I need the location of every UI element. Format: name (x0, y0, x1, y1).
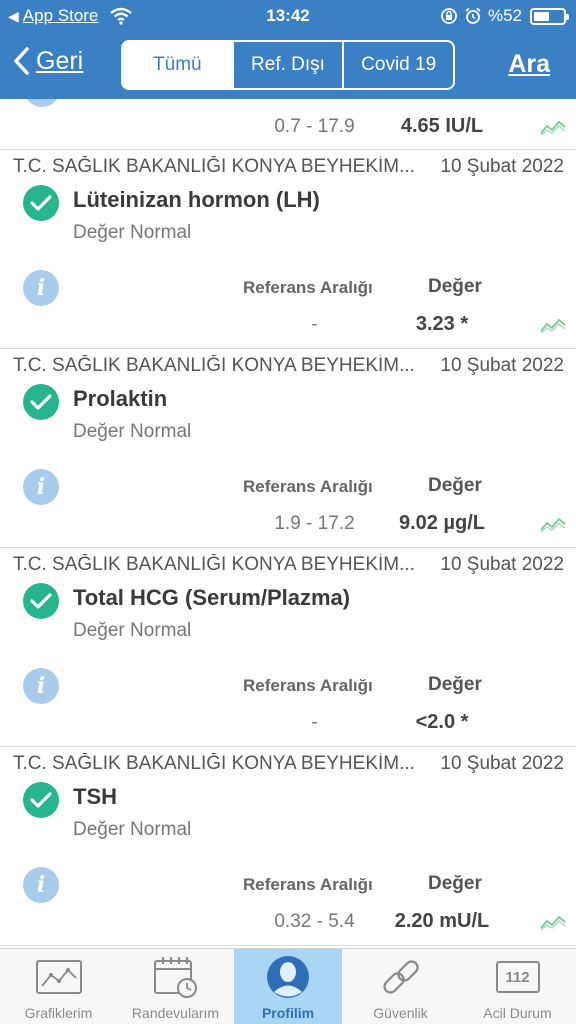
value-header: Değer (428, 674, 482, 695)
result-date: 10 Şubat 2022 (440, 753, 564, 774)
test-name: Prolaktin (73, 386, 168, 411)
tab-security[interactable]: Güvenlik (342, 949, 459, 1024)
list-item[interactable]: 0.7 - 17.9 4.65 IU/L (0, 99, 576, 150)
info-icon[interactable]: i (23, 867, 59, 903)
tab-emergency[interactable]: 112 Acil Durum (459, 949, 576, 1024)
value-header: Değer (428, 475, 482, 496)
trend-chart-icon[interactable] (540, 515, 566, 533)
result-value: 4.65 IU/L (400, 115, 484, 137)
tab-charts[interactable]: Grafiklerim (0, 949, 117, 1024)
info-icon[interactable] (24, 99, 60, 107)
profile-icon (264, 955, 312, 999)
results-list[interactable]: 0.7 - 17.9 4.65 IU/L T.C. SAĞLIK BAKANLI… (0, 99, 576, 948)
status-right: %52 (440, 6, 569, 26)
institution-name: T.C. SAĞLIK BAKANLIĞI KONYA BEYHEKİM... (13, 156, 415, 177)
battery-fill (534, 11, 549, 21)
check-icon (23, 583, 59, 619)
filter-segmented-control: Tümü Ref. Dışı Covid 19 (121, 40, 455, 90)
test-name: TSH (73, 784, 117, 809)
check-icon (23, 185, 59, 221)
tab-bar: Grafiklerim Randevularım Profilim Güvenl… (0, 948, 576, 1024)
check-icon (23, 384, 59, 420)
chart-icon (35, 955, 83, 999)
reference-value: - (311, 314, 318, 335)
app-header: ◀ App Store 13:42 %52 Geri Tümü Ref. Dış… (0, 0, 576, 99)
reference-header: Referans Aralığı (243, 875, 373, 894)
search-button[interactable]: Ara (508, 50, 550, 79)
result-status: Değer Normal (73, 222, 192, 243)
link-icon (377, 955, 425, 999)
value-header: Değer (428, 873, 482, 894)
calendar-icon (152, 955, 200, 999)
tab-label: Grafiklerim (24, 1005, 93, 1021)
reference-value: - (311, 712, 318, 733)
info-icon[interactable]: i (23, 469, 59, 505)
reference-header: Referans Aralığı (243, 676, 373, 695)
reference-header: Referans Aralığı (243, 278, 373, 297)
result-value: <2.0 * (415, 711, 469, 733)
list-item[interactable]: T.C. SAĞLIK BAKANLIĞI KONYA BEYHEKİM... … (0, 349, 576, 548)
battery-percent: %52 (487, 6, 522, 25)
tab-label: Acil Durum (483, 1005, 552, 1021)
alarm-icon (465, 7, 481, 24)
list-item[interactable]: T.C. SAĞLIK BAKANLIĞI KONYA BEYHEKİM... … (0, 150, 576, 349)
reference-value: 0.7 - 17.9 (274, 116, 355, 137)
result-value: 3.23 * (415, 313, 469, 335)
result-status: Değer Normal (73, 819, 192, 840)
value-header: Değer (428, 276, 482, 297)
result-date: 10 Şubat 2022 (440, 156, 564, 177)
tab-label: Randevularım (131, 1005, 220, 1021)
tab-label: Güvenlik (373, 1005, 428, 1021)
test-name: Lüteinizan hormon (LH) (73, 187, 320, 212)
result-value: 2.20 mU/L (394, 910, 490, 932)
tab-profile[interactable]: Profilim (234, 949, 342, 1024)
reference-value: 0.32 - 5.4 (274, 911, 355, 932)
battery-icon (530, 7, 569, 25)
institution-name: T.C. SAĞLIK BAKANLIĞI KONYA BEYHEKİM... (13, 753, 415, 774)
rotation-lock-icon (441, 8, 457, 24)
trend-chart-icon[interactable] (540, 316, 566, 334)
emergency-number: 112 (495, 961, 540, 993)
trend-chart-icon[interactable] (540, 118, 566, 136)
result-status: Değer Normal (73, 421, 192, 442)
trend-chart-icon[interactable] (540, 913, 566, 931)
tab-label: Profilim (261, 1005, 315, 1021)
check-icon (23, 782, 59, 818)
test-name: Total HCG (Serum/Plazma) (73, 585, 351, 610)
status-bar: ◀ App Store 13:42 %52 (0, 0, 576, 32)
back-button[interactable]: Geri (12, 46, 83, 76)
segment-out-of-range[interactable]: Ref. Dışı (231, 42, 343, 88)
institution-name: T.C. SAĞLIK BAKANLIĞI KONYA BEYHEKİM... (13, 554, 415, 575)
result-status: Değer Normal (73, 620, 192, 641)
segment-all[interactable]: Tümü (123, 42, 232, 88)
result-value: 9.02 µg/L (399, 512, 485, 534)
tab-appointments[interactable]: Randevularım (117, 949, 234, 1024)
reference-header: Referans Aralığı (243, 477, 373, 496)
segment-covid19[interactable]: Covid 19 (342, 42, 453, 88)
info-icon[interactable]: i (23, 668, 59, 704)
back-label: Geri (36, 46, 84, 75)
institution-name: T.C. SAĞLIK BAKANLIĞI KONYA BEYHEKİM... (13, 355, 415, 376)
list-item[interactable]: T.C. SAĞLIK BAKANLIĞI KONYA BEYHEKİM... … (0, 548, 576, 747)
result-date: 10 Şubat 2022 (440, 554, 564, 575)
result-date: 10 Şubat 2022 (440, 355, 564, 376)
list-item[interactable]: T.C. SAĞLIK BAKANLIĞI KONYA BEYHEKİM... … (0, 747, 576, 946)
chevron-left-icon (14, 47, 29, 75)
emergency-112-icon: 112 (494, 955, 542, 999)
info-icon[interactable]: i (23, 270, 59, 306)
reference-value: 1.9 - 17.2 (274, 513, 355, 534)
